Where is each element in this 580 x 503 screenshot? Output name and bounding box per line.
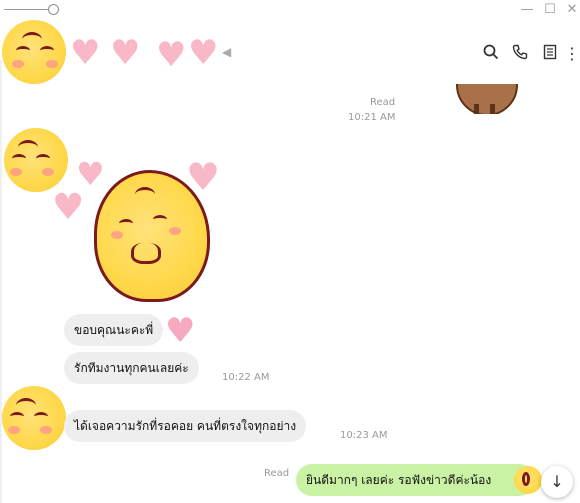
emoji-sticker-icon: [514, 466, 542, 494]
speaker-muted-icon: ◀: [222, 45, 232, 59]
message-bubble[interactable]: ขอบคุณนะคะพี่: [64, 314, 164, 346]
heart-icon: ♥: [76, 155, 105, 193]
read-label: Read: [264, 468, 290, 479]
zoom-slider-knob[interactable]: [48, 4, 59, 15]
message-time: 10:23 AM: [340, 430, 388, 441]
read-label: Read: [370, 97, 396, 108]
heart-icon: ♥: [156, 35, 187, 75]
heart-icon: ♥: [165, 311, 196, 351]
message-bubble[interactable]: รักทีมงานทุกคนเลยค่ะ: [64, 352, 199, 384]
heart-icon: ♥: [110, 33, 141, 73]
chick-character: [94, 170, 210, 302]
heart-icon: ♥: [70, 33, 101, 73]
zoom-slider-track[interactable]: [4, 9, 50, 10]
message-text: ยินดีมากๆ เลยค่ะ รอฟังข่าวดีค่ะน้อง: [306, 473, 492, 487]
contact-avatar[interactable]: [2, 20, 66, 84]
message-text: ได้เจอความรักที่รอคอย คนที่ตรงใจทุกอย่าง: [74, 419, 297, 433]
my-sticker[interactable]: [452, 84, 518, 114]
close-icon[interactable]: ✕: [565, 3, 579, 17]
contact-name-hearts: ♥ ♥ ♥ ♥: [70, 36, 230, 72]
heart-icon: ♥: [52, 187, 85, 228]
search-icon[interactable]: [481, 44, 501, 64]
heart-icon: ♥: [188, 33, 219, 73]
chat-left-edge: [0, 60, 2, 503]
my-message-bubble[interactable]: ยินดีมากๆ เลยค่ะ รอฟังข่าวดีค่ะน้อง: [296, 464, 536, 496]
minimize-icon[interactable]: —: [520, 3, 534, 17]
more-vertical-icon[interactable]: ⋮: [564, 44, 580, 64]
message-time: 10:21 AM: [348, 112, 396, 123]
arrow-down-icon[interactable]: ↓: [541, 466, 573, 498]
message-text: รักทีมงานทุกคนเลยค่ะ: [74, 361, 189, 375]
message-time: 10:22 AM: [222, 372, 270, 383]
notes-icon[interactable]: [540, 44, 560, 64]
phone-icon[interactable]: [510, 44, 530, 64]
maximize-icon[interactable]: ☐: [543, 3, 557, 17]
message-bubble[interactable]: ได้เจอความรักที่รอคอย คนที่ตรงใจทุกอย่าง: [64, 410, 307, 442]
contact-avatar[interactable]: [2, 386, 66, 450]
message-text: ขอบคุณนะคะพี่: [74, 323, 154, 337]
sticker-message[interactable]: ♥ ♥ ♥: [50, 158, 230, 308]
